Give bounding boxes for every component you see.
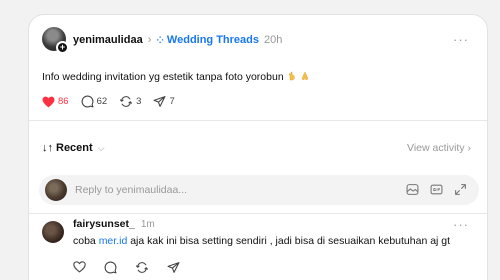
author-avatar-wrapper[interactable]: + [42, 27, 69, 54]
post-text-content: Info wedding invitation yg estetik tanpa… [42, 71, 284, 83]
send-icon[interactable] [167, 261, 180, 274]
heart-filled-icon [42, 96, 55, 107]
comment-username[interactable]: fairysunset_ [73, 218, 135, 230]
repost-count: 3 [136, 96, 142, 107]
sort-label: Recent [56, 142, 93, 154]
comment-count: 62 [96, 96, 108, 107]
more-options-icon[interactable]: ··· [453, 217, 469, 232]
comment-button[interactable]: 62 [81, 95, 108, 108]
sort-dropdown[interactable]: ↓↑ Recent ⌵ [42, 142, 105, 154]
expand-icon[interactable] [453, 182, 467, 196]
topic-label: Wedding Threads [166, 34, 260, 46]
comment-text-before: coba [73, 235, 99, 247]
like-button[interactable]: 86 [42, 96, 69, 108]
pray-emoji-icon [301, 71, 308, 81]
post-time: 20h [264, 34, 283, 46]
divider [29, 120, 487, 121]
comment-link[interactable]: mer.id [99, 235, 128, 247]
author-username[interactable]: yenimaulidaa [73, 34, 143, 46]
reply-placeholder: Reply to yenimaulidaa... [75, 184, 188, 196]
like-count: 86 [58, 96, 69, 107]
post-text: Info wedding invitation yg estetik tanpa… [42, 71, 310, 83]
comment-item: fairysunset_ 1m ··· coba mer.id aja kak … [29, 213, 487, 280]
share-count: 7 [169, 96, 175, 107]
comment-time: 1m [140, 218, 155, 230]
comment-actions [73, 261, 180, 274]
repost-icon [120, 96, 133, 107]
repost-button[interactable]: 3 [119, 95, 141, 108]
send-icon [153, 96, 166, 107]
post-header: yenimaulidaa › ⁘ Wedding Threads 20h [73, 32, 282, 48]
comment-bubble-icon [81, 95, 94, 108]
reply-input[interactable]: Reply to yenimaulidaa... [39, 175, 479, 205]
thread-card: + yenimaulidaa › ⁘ Wedding Threads 20h ·… [28, 14, 488, 280]
topic-tag[interactable]: ⁘ Wedding Threads [156, 34, 259, 46]
comment-header: fairysunset_ 1m [73, 218, 155, 230]
reply-tools [405, 182, 467, 196]
avatar[interactable] [42, 221, 64, 243]
hand-gesture-emoji-icon [288, 71, 295, 81]
comment-bubble-icon[interactable] [104, 261, 117, 274]
comment-text: coba mer.id aja kak ini bisa setting sen… [73, 235, 450, 247]
gif-icon[interactable] [429, 182, 443, 196]
original-post: + yenimaulidaa › ⁘ Wedding Threads 20h ·… [29, 15, 487, 120]
heart-icon[interactable] [73, 261, 86, 273]
more-options-icon[interactable]: ··· [453, 32, 469, 47]
comment-text-after: aja kak ini bisa setting sendiri , jadi … [127, 235, 451, 247]
follow-plus-icon[interactable]: + [56, 41, 69, 54]
sort-arrows-icon: ↓↑ [42, 142, 53, 154]
share-button[interactable]: 7 [153, 95, 175, 108]
chevron-down-icon: ⌵ [97, 142, 105, 153]
repost-icon[interactable] [135, 261, 149, 274]
image-attach-icon[interactable] [405, 182, 419, 196]
post-actions: 86 62 3 7 [42, 95, 175, 108]
view-activity-link[interactable]: View activity › [407, 142, 471, 154]
avatar [45, 179, 67, 201]
topic-icon: ⁘ [156, 34, 164, 45]
chevron-right-icon: › [147, 34, 152, 46]
